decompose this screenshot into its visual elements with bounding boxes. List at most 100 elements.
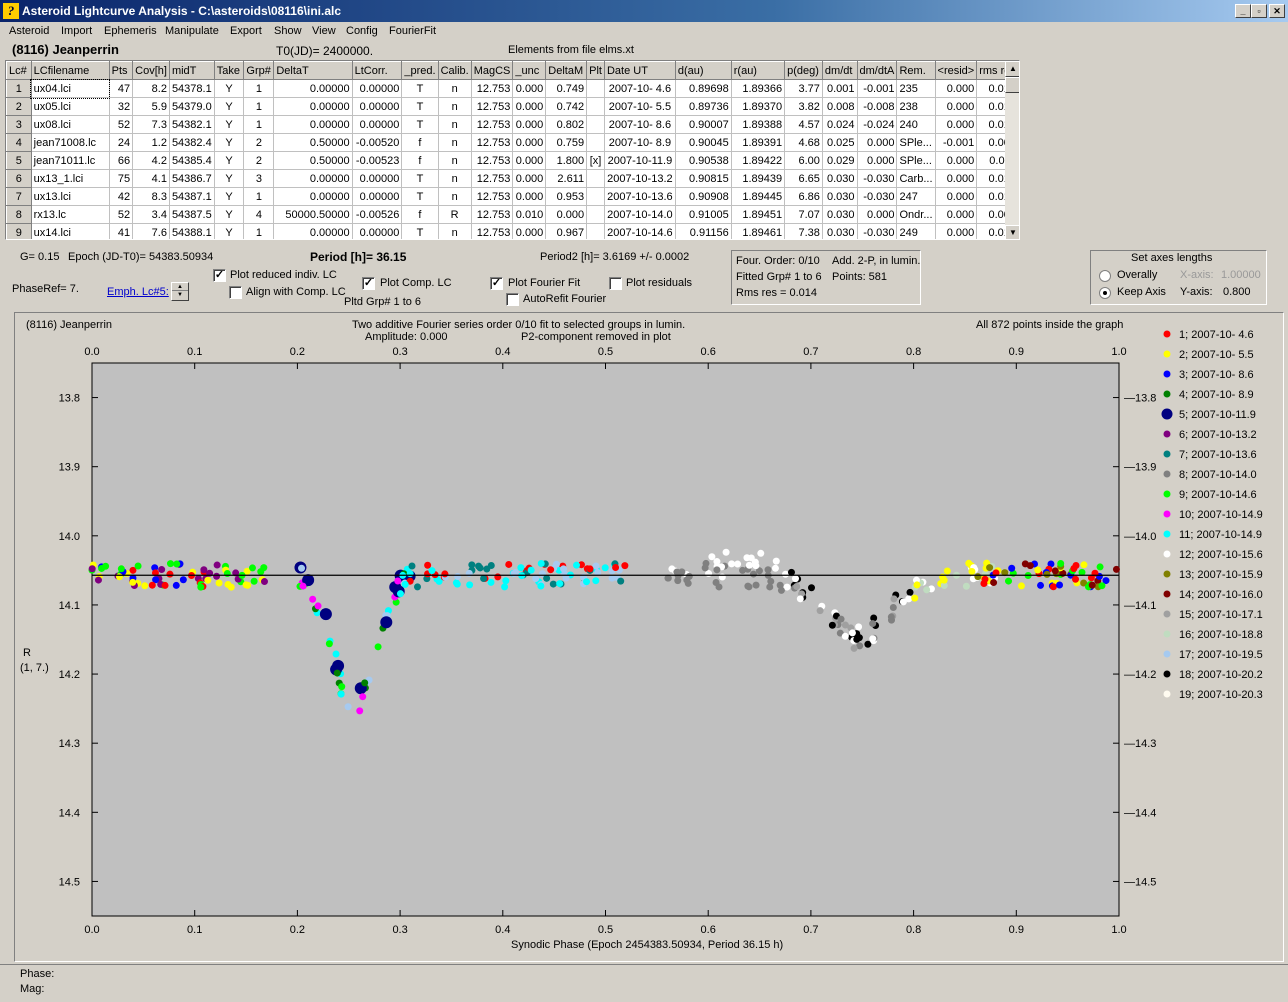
table-cell[interactable]: 7.6 xyxy=(132,223,170,239)
table-cell[interactable]: 0.008 xyxy=(821,97,858,116)
table-cell[interactable]: 12.753 xyxy=(470,223,514,239)
table-cell[interactable]: -0.024 xyxy=(856,115,898,134)
table-cell[interactable]: jean71008.lc xyxy=(30,133,110,152)
column-header[interactable]: _unc xyxy=(512,61,547,80)
table-cell[interactable]: 2 xyxy=(243,151,275,170)
column-header[interactable]: dm/dtA xyxy=(856,61,898,80)
minimize-button[interactable]: _ xyxy=(1235,4,1251,18)
column-header[interactable]: Rem. xyxy=(896,61,936,80)
scroll-up-icon[interactable]: ▲ xyxy=(1005,61,1019,77)
table-cell[interactable]: 0.000 xyxy=(934,187,978,206)
table-cell[interactable]: Ondr... xyxy=(896,205,936,224)
table-cell[interactable]: Y xyxy=(213,133,245,152)
table-cell[interactable]: 0.000 xyxy=(934,205,978,224)
table-cell[interactable]: 4.1 xyxy=(132,169,170,188)
table-cell[interactable]: 0.90538 xyxy=(674,151,732,170)
table-cell[interactable]: 12.753 xyxy=(470,79,514,98)
table-cell[interactable]: Y xyxy=(213,223,245,239)
table-cell[interactable]: 54387.1 xyxy=(168,187,215,206)
table-cell[interactable]: 2007-10-11.9 xyxy=(603,151,676,170)
table-cell[interactable]: 12.753 xyxy=(470,169,514,188)
table-cell[interactable]: 0.000 xyxy=(934,223,978,239)
column-header[interactable]: Grp# xyxy=(243,61,275,80)
row-number[interactable]: 3 xyxy=(6,115,32,134)
table-cell[interactable]: 0.91005 xyxy=(674,205,732,224)
scroll-down-icon[interactable]: ▼ xyxy=(1005,225,1019,239)
table-cell[interactable] xyxy=(586,205,605,224)
table-cell[interactable]: Y xyxy=(213,97,245,116)
table-cell[interactable]: 2007-10-13.6 xyxy=(603,187,676,206)
table-cell[interactable]: 0.000 xyxy=(512,115,547,134)
table-cell[interactable]: 7.38 xyxy=(784,223,823,239)
column-header[interactable]: Calib. xyxy=(437,61,472,80)
menu-show[interactable]: Show xyxy=(274,25,302,37)
table-cell[interactable]: Y xyxy=(213,79,245,98)
table-cell[interactable]: 0.00000 xyxy=(273,169,353,188)
table-cell[interactable]: 0.00000 xyxy=(351,97,403,116)
table-cell[interactable]: ux13_1.lci xyxy=(30,169,110,188)
row-number[interactable]: 6 xyxy=(6,169,32,188)
table-cell[interactable]: 0.742 xyxy=(545,97,588,116)
table-cell[interactable]: T xyxy=(401,115,439,134)
table-cell[interactable]: 2007-10- 8.9 xyxy=(603,133,676,152)
row-number[interactable]: 5 xyxy=(6,151,32,170)
table-cell[interactable]: 0.000 xyxy=(856,205,898,224)
menu-import[interactable]: Import xyxy=(61,25,92,37)
table-cell[interactable]: 0.030 xyxy=(821,223,858,239)
table-cell[interactable]: f xyxy=(401,133,439,152)
table-cell[interactable] xyxy=(586,115,605,134)
table-cell[interactable]: 54378.1 xyxy=(168,79,215,98)
table-cell[interactable]: 42 xyxy=(108,187,134,206)
table-cell[interactable]: n xyxy=(437,151,472,170)
table-cell[interactable]: ux08.lci xyxy=(30,115,110,134)
table-cell[interactable]: -0.00520 xyxy=(351,133,403,152)
table-cell[interactable]: 0.967 xyxy=(545,223,588,239)
table-cell[interactable]: 24 xyxy=(108,133,134,152)
table-cell[interactable]: 0.000 xyxy=(512,187,547,206)
column-header[interactable]: Date UT xyxy=(603,61,676,80)
table-cell[interactable]: n xyxy=(437,169,472,188)
table-cell[interactable]: 0.00000 xyxy=(273,187,353,206)
table-cell[interactable]: 0.030 xyxy=(821,169,858,188)
table-cell[interactable]: 4.2 xyxy=(132,151,170,170)
menu-view[interactable]: View xyxy=(312,25,336,37)
table-cell[interactable]: Y xyxy=(213,187,245,206)
column-header[interactable]: LtCorr. xyxy=(351,61,403,80)
table-cell[interactable]: 1.89366 xyxy=(730,79,786,98)
table-cell[interactable]: 1.89370 xyxy=(730,97,786,116)
menu-export[interactable]: Export xyxy=(230,25,262,37)
row-number[interactable]: 2 xyxy=(6,97,32,116)
table-cell[interactable]: 0.00000 xyxy=(351,79,403,98)
column-header[interactable]: LCfilename xyxy=(30,61,110,80)
table-cell[interactable]: -0.001 xyxy=(856,79,898,98)
table-cell[interactable]: R xyxy=(437,205,472,224)
column-header[interactable]: r(au) xyxy=(730,61,786,80)
table-cell[interactable]: 0.953 xyxy=(545,187,588,206)
table-row[interactable]: 2 ux05.lci 32 5.9 54379.0 Y 1 0.00000 0.00000 Tn 1… xyxy=(6,97,1019,116)
table-cell[interactable]: 2 xyxy=(243,133,275,152)
table-cell[interactable]: 0.000 xyxy=(512,151,547,170)
table-cell[interactable]: T xyxy=(401,97,439,116)
table-cell[interactable]: T xyxy=(401,79,439,98)
table-cell[interactable]: 0.90007 xyxy=(674,115,732,134)
table-cell[interactable]: 0.50000 xyxy=(273,133,353,152)
autorefit-checkbox[interactable] xyxy=(506,293,519,306)
row-number[interactable]: 9 xyxy=(6,223,32,239)
table-cell[interactable]: 8.3 xyxy=(132,187,170,206)
table-cell[interactable]: 41 xyxy=(108,223,134,239)
table-cell[interactable]: -0.008 xyxy=(856,97,898,116)
table-row[interactable]: 6 ux13_1.lci 75 4.1 54386.7 Y 3 0.00000 0.00000 T… xyxy=(6,169,1019,188)
plot-area[interactable]: 0.0 0.0 0.1 0.1 0.2 0.2 0.3 0.3 0.4 0.4 0.5 0.5 0.6 0… xyxy=(15,313,1285,963)
table-cell[interactable]: 0.90815 xyxy=(674,169,732,188)
table-cell[interactable]: 0.000 xyxy=(934,97,978,116)
emph-lc-link[interactable]: Emph. Lc#5: xyxy=(107,286,169,298)
row-number[interactable]: 1 xyxy=(6,79,32,98)
table-cell[interactable]: 235 xyxy=(896,79,936,98)
table-cell[interactable]: 1 xyxy=(243,187,275,206)
table-cell[interactable]: 6.00 xyxy=(784,151,823,170)
column-header[interactable]: Take xyxy=(213,61,245,80)
table-cell[interactable]: 1 xyxy=(243,97,275,116)
plot-fourier-checkbox[interactable]: ✓ xyxy=(490,277,503,290)
table-cell[interactable]: 2007-10- 4.6 xyxy=(603,79,676,98)
table-row[interactable]: 5 jean71011.lc 66 4.2 54385.4 Y 2 0.50000 -0.005… xyxy=(6,151,1019,170)
